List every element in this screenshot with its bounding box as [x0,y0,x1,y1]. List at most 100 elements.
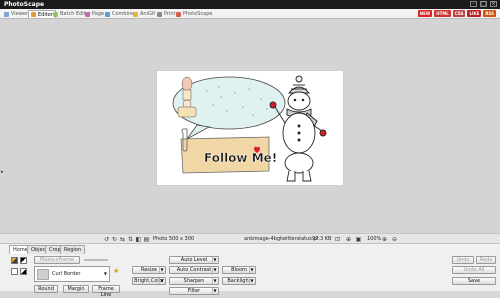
frame-thumbnail [37,269,49,280]
chevron-down-icon: ▼ [103,271,107,276]
tab-region[interactable]: Region [60,245,86,254]
flip-vertical-icon[interactable]: ⇅ [127,236,134,243]
badge-css[interactable]: CSS [452,10,466,17]
header-badges: NEW HTML CSS LIKE RSS [417,10,496,17]
print-icon [157,11,162,17]
title-bar: PhotoScape – □ × [0,0,500,9]
undo-label: Undo [456,257,470,263]
bw-swatch-icon[interactable] [20,257,27,264]
chevron-down-icon: ▼ [212,267,217,273]
file-size: 97.3 KB [312,236,332,242]
frame-name: Curl Border [52,271,81,277]
margin-button[interactable]: Margin [63,285,89,293]
zoom-in-icon[interactable]: ⊕ [381,236,388,243]
badge-new[interactable]: NEW [417,10,433,17]
undo-all-button[interactable]: Undo All [452,266,496,274]
paint-icon[interactable] [11,268,18,275]
rotate-left-icon[interactable]: ↺ [103,236,110,243]
invert-icon[interactable] [20,268,27,275]
tab-anigif[interactable]: AniGif [131,10,157,18]
frame-slider[interactable] [84,259,108,261]
chevron-down-icon: ▼ [159,267,164,273]
badge-like[interactable]: LIKE [467,10,482,17]
app-title: PhotoScape [4,1,45,8]
collapse-left-icon[interactable]: ▸ [1,169,5,179]
margin-label: Margin [67,286,85,292]
exif-icon[interactable]: ◧ [135,236,142,243]
maximize-icon[interactable]: □ [480,1,487,7]
tab-photoscape[interactable]: PhotoScape [174,10,215,18]
info-icon[interactable]: ▤ [143,236,150,243]
badge-html[interactable]: HTML [434,10,451,17]
flip-icon[interactable]: ⇆ [119,236,126,243]
filter-label: Filter [187,288,201,294]
follow-me-note: Follow Me! [180,128,277,174]
file-name: ankimage-4bgtwitterstatus.pr [244,236,319,242]
filter-button[interactable]: Filter ▼ [169,287,219,295]
chevron-down-icon: ▼ [249,278,254,284]
editor-icon [31,12,36,17]
chevron-down-icon: ▼ [159,278,164,284]
frame-select[interactable]: Curl Border ▼ [34,266,110,282]
zoom-level: 100% [367,236,382,242]
backlight-label: Backlight [227,278,251,284]
save-label: Save [467,278,481,284]
bright-color-button[interactable]: Bright,Color ▼ [132,277,166,285]
chevron-down-icon: ▼ [249,267,254,273]
bloom-label: Bloom [231,267,247,273]
batch-editor-icon [53,11,58,17]
auto-level-label: Auto Level [180,257,208,263]
sharpen-label: Sharpen [183,278,205,284]
photo-image[interactable]: Follow Me! [156,70,344,186]
tab-label: AniGif [140,11,156,17]
speech-bubble-tail [186,124,211,140]
photoscape-icon [176,11,181,17]
frame-line-button[interactable]: Frame Line [92,285,120,298]
minimize-icon[interactable]: – [470,1,477,7]
zoom-out-icon[interactable]: ⊖ [391,236,398,243]
fit-screen-icon[interactable]: ⊡ [334,236,341,243]
undo-button[interactable]: Undo [452,256,474,264]
resize-button[interactable]: Resize ▼ [132,266,166,274]
photo-frame-button[interactable]: Photo+Frame [34,256,80,264]
round-label: Round [38,286,54,292]
auto-contrast-button[interactable]: Auto Contrast ▼ [169,266,219,274]
rotate-right-icon[interactable]: ↻ [111,236,118,243]
viewer-icon [4,11,9,17]
save-button[interactable]: Save [452,277,496,285]
resize-label: Resize [140,267,158,273]
page-icon [85,11,90,17]
frame-line-label: Frame Line [98,286,114,298]
photo-artwork: Follow Me! [172,75,327,182]
round-button[interactable]: Round [34,285,58,293]
actual-size-icon[interactable]: ▣ [355,236,362,243]
auto-level-button[interactable]: Auto Level ▼ [169,256,219,264]
undo-all-label: Undo All [463,267,485,273]
redo-button[interactable]: Redo [476,256,496,264]
tab-label: Viewer [11,11,28,17]
chevron-down-icon: ▼ [212,278,217,284]
auto-contrast-label: Auto Contrast [176,267,212,273]
close-icon[interactable]: × [490,1,497,7]
photo-frame-label: Photo+Frame [39,257,75,263]
tab-label: PhotoScape [183,11,213,17]
bloom-button[interactable]: Bloom ▼ [222,266,256,274]
combine-icon [105,11,110,17]
backlight-button[interactable]: Backlight ▼ [222,277,256,285]
follow-me-text: Follow Me! [204,151,277,165]
anigif-icon [133,11,138,17]
photo-size: Photo 500 x 300 [153,236,195,242]
status-bar: ↺ ↻ ⇆ ⇅ ◧ ▤ Photo 500 x 300 ankimage-4bg… [0,233,500,244]
chevron-down-icon: ▼ [212,288,217,294]
favorite-star-icon[interactable]: ★ [113,267,119,275]
tab-viewer[interactable]: Viewer [2,10,30,18]
program-tab-bar: Viewer Editor Batch Editor Page Combine … [0,9,500,19]
window-controls: – □ × [470,1,497,7]
edit-panel: Home Object Crop Region Photo+Frame Curl… [0,244,500,298]
chevron-down-icon: ▼ [212,257,217,263]
zoom-icon[interactable]: ⊕ [345,236,352,243]
sharpen-button[interactable]: Sharpen ▼ [169,277,219,285]
badge-rss[interactable]: RSS [483,10,496,17]
color-swatch-icon[interactable] [11,257,18,264]
redo-label: Redo [479,257,493,263]
